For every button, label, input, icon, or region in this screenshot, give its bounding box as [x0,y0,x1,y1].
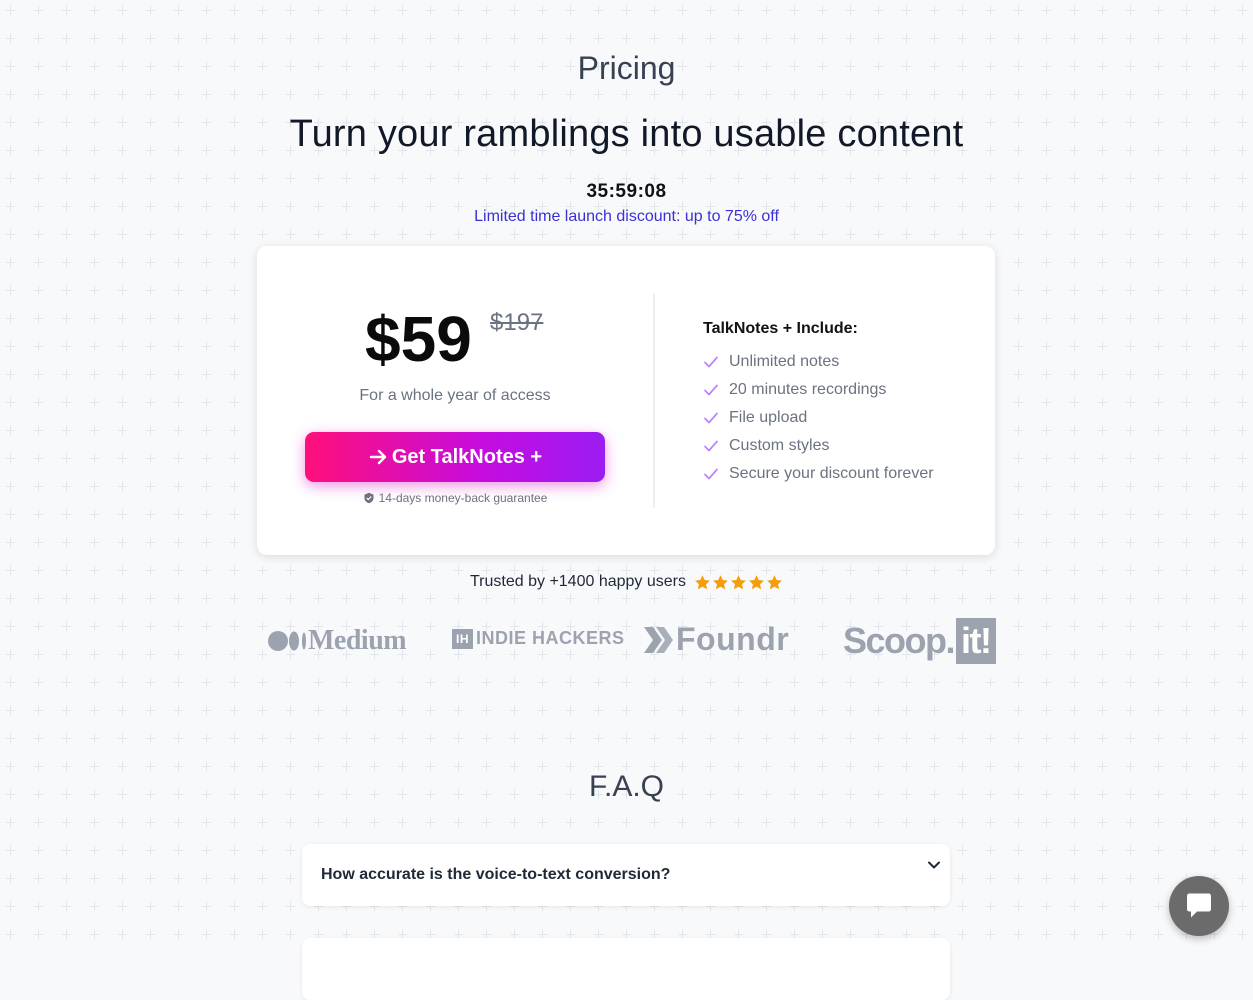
check-icon [704,412,718,424]
feature-item: File upload [703,404,934,432]
card-divider [653,294,655,508]
feature-label: Secure your discount forever [729,465,934,482]
medium-mark-icon [268,631,306,651]
current-price: $59 [365,303,472,375]
star-icon [731,574,746,589]
feature-item: 20 minutes recordings [703,376,934,404]
social-proof: Trusted by +1400 happy users [0,573,1253,591]
guarantee-note: 14-days money-back guarantee [257,491,653,505]
discount-banner: Limited time launch discount: up to 75% … [474,208,779,225]
check-icon [704,356,718,368]
star-icon [749,574,764,589]
chat-widget-button[interactable] [1169,876,1229,936]
feature-label: File upload [729,409,808,426]
feature-item: Secure your discount forever [703,460,934,488]
page-headline: Turn your ramblings into usable content [289,113,964,155]
check-icon [704,384,718,396]
features-title: TalkNotes + Include: [703,320,858,337]
foundr-mark-icon [644,626,673,653]
countdown-timer: 35:59:08 [586,181,667,202]
faq-question: How accurate is the voice-to-text conver… [321,866,671,883]
chat-bubble-icon [1187,893,1211,918]
cta-label: Get TalkNotes + [391,445,543,468]
check-icon [704,440,718,452]
medium-wordmark: Medium [308,625,407,656]
medium-logo: Medium [268,625,407,657]
shield-check-icon [364,492,374,504]
section-eyebrow: Pricing [577,50,676,86]
star-icon [767,574,782,589]
arrow-right-icon [369,449,387,465]
scoop-it-badge: it! [956,618,996,664]
guarantee-text: 14-days money-back guarantee [378,491,548,505]
indie-hackers-wordmark: INDIE HACKERS [476,628,625,648]
faq-title: F.A.Q [588,770,664,803]
pricing-card: $59 $197 For a whole year of access Get … [257,246,995,555]
feature-label: 20 minutes recordings [729,381,887,398]
access-note: For a whole year of access [359,387,551,404]
feature-item: Custom styles [703,432,934,460]
rating-stars [694,574,783,591]
foundr-logo: Foundr [642,621,789,658]
trusted-text: Trusted by +1400 happy users [470,573,686,590]
foundr-wordmark: Foundr [676,621,790,657]
scoop-it-logo: Scoop. it! [843,618,996,664]
star-icon [695,574,710,589]
faq-item-next[interactable] [302,938,950,1000]
star-icon [713,574,728,589]
chevron-down-icon [928,861,940,869]
feature-item: Unlimited notes [703,348,934,376]
faq-item[interactable]: How accurate is the voice-to-text conver… [302,844,950,906]
scoop-wordmark: Scoop. [843,620,956,661]
original-price: $197 [490,309,544,336]
feature-label: Unlimited notes [729,353,840,370]
check-icon [704,468,718,480]
features-list: Unlimited notes 20 minutes recordings Fi… [703,348,934,488]
press-logos: Medium IH INDIE HACKERS Foundr Scoop. it… [0,615,1253,665]
feature-label: Custom styles [729,437,830,454]
get-talknotes-button[interactable]: Get TalkNotes + [305,432,605,482]
indie-hackers-mark: IH [452,628,473,649]
indie-hackers-logo: IH INDIE HACKERS [452,628,625,649]
